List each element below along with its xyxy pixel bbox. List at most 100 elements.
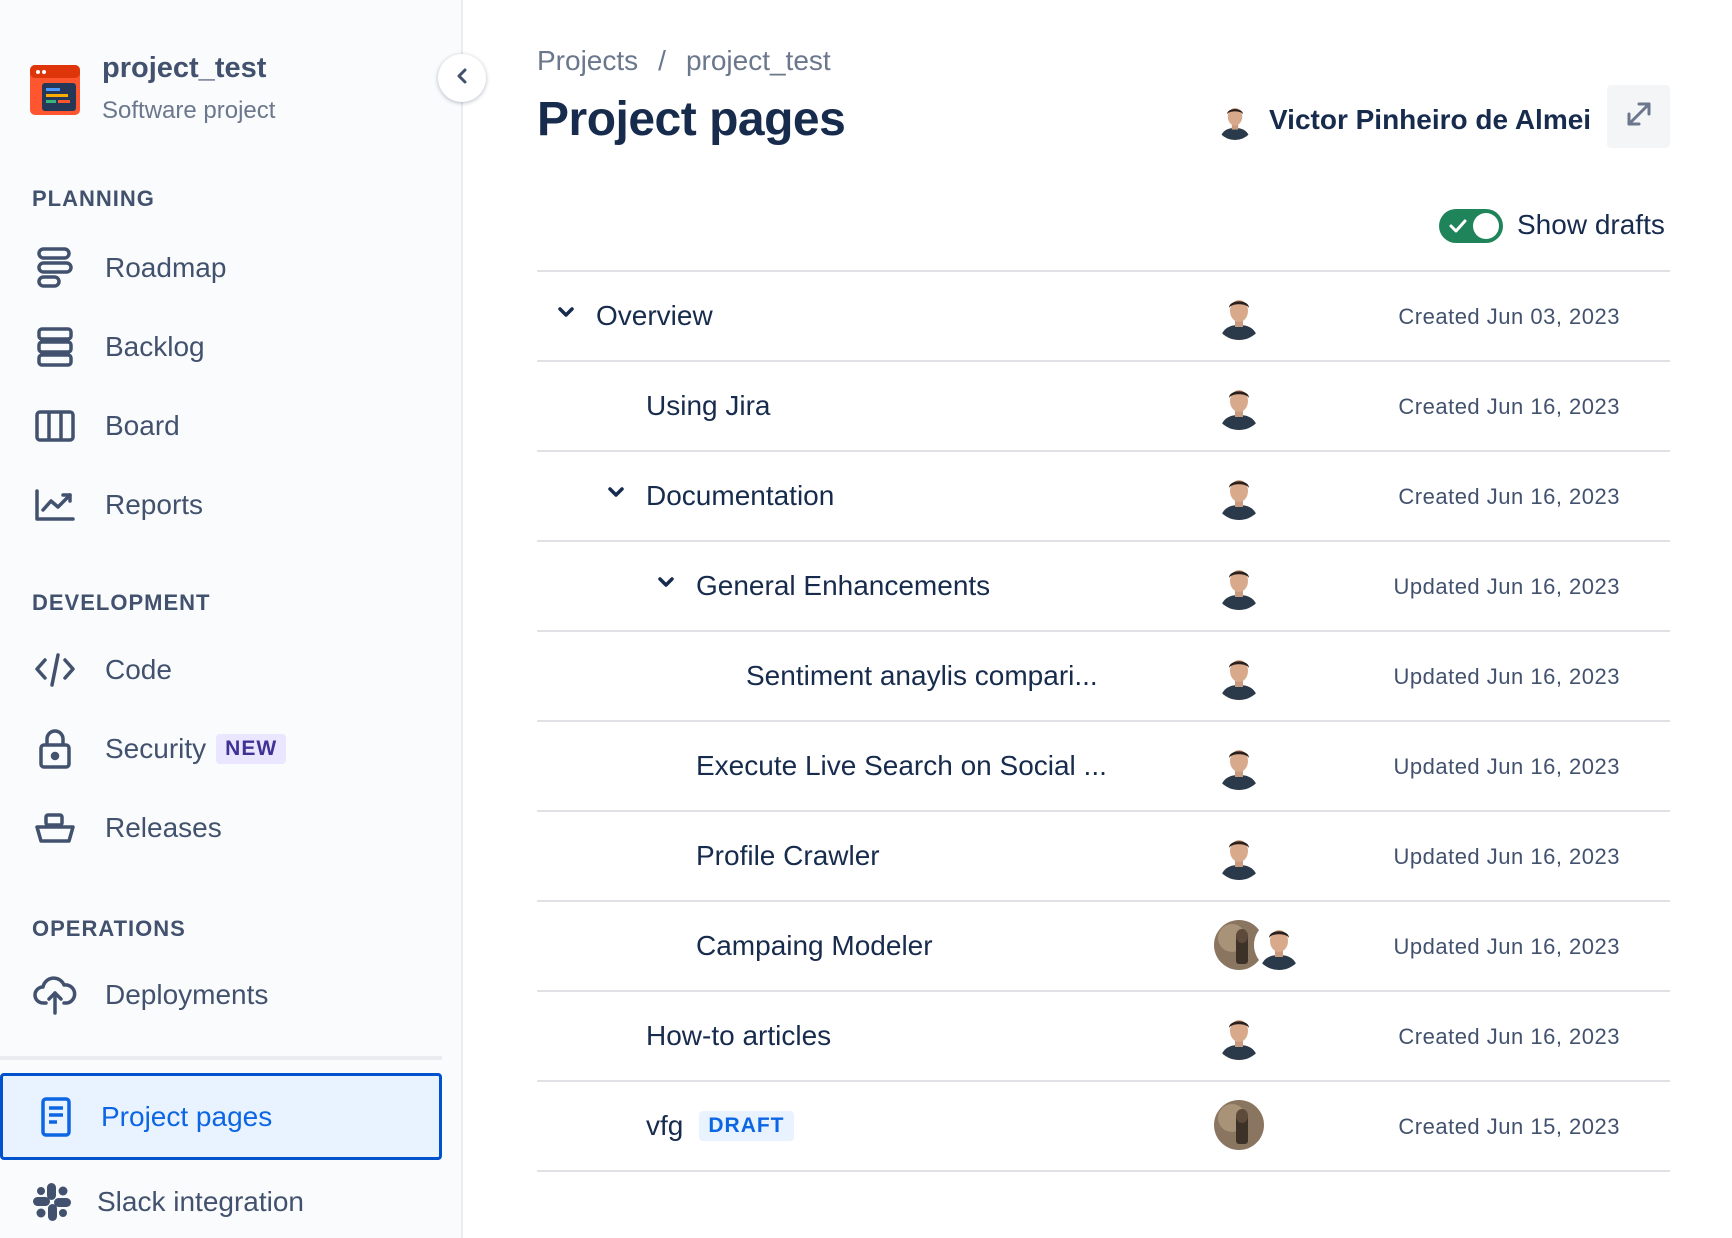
breadcrumb-projects-link[interactable]: Projects — [537, 45, 638, 76]
row-date: Updated Jun 16, 2023 — [1393, 844, 1620, 869]
avatar[interactable] — [1214, 1010, 1264, 1060]
table-row[interactable]: Sentiment anaylis compari... Updated Jun … — [537, 632, 1670, 722]
row-date: Created Jun 16, 2023 — [1398, 394, 1620, 419]
sidebar-item-label: Roadmap — [105, 252, 227, 283]
contributors — [1214, 830, 1264, 880]
avatar[interactable] — [1254, 920, 1304, 970]
page-icon — [31, 1092, 81, 1142]
sidebar-item-board[interactable]: Board — [30, 396, 430, 456]
board-icon — [30, 401, 80, 451]
chevron-down-icon[interactable] — [551, 298, 581, 328]
collapse-sidebar-button[interactable] — [438, 54, 486, 102]
contributors — [1214, 1010, 1264, 1060]
table-row[interactable]: Using Jira Created Jun 16, 2023 — [537, 362, 1670, 452]
chart-icon — [30, 480, 80, 530]
page-title-link[interactable]: Sentiment anaylis compari... — [746, 660, 1098, 692]
avatar[interactable] — [1214, 830, 1264, 880]
sidebar-item-label: Slack integration — [97, 1186, 305, 1217]
page-title-link[interactable]: How-to articles — [646, 1020, 831, 1052]
page-title-link[interactable]: General Enhancements — [696, 570, 990, 602]
table-row[interactable]: How-to articles Created Jun 16, 2023 — [537, 992, 1670, 1082]
chevron-down-icon[interactable] — [651, 568, 681, 598]
breadcrumb-project-link[interactable]: project_test — [686, 45, 831, 76]
section-title-planning: PLANNING — [32, 186, 155, 211]
avatar[interactable] — [1214, 560, 1264, 610]
row-date: Created Jun 16, 2023 — [1398, 484, 1620, 509]
check-icon — [1448, 214, 1468, 243]
section-title-operations: OPERATIONS — [32, 916, 186, 941]
sidebar-item-releases[interactable]: Releases — [30, 798, 430, 858]
chevron-left-icon — [454, 66, 470, 91]
sidebar-item-backlog[interactable]: Backlog — [30, 317, 430, 377]
table-row[interactable]: Overview Created Jun 03, 2023 — [537, 272, 1670, 362]
page-title-link[interactable]: Overview — [596, 300, 713, 332]
page-title-link[interactable]: Using Jira — [646, 390, 770, 422]
avatar[interactable] — [1214, 470, 1264, 520]
breadcrumb: Projects / project_test — [537, 45, 831, 77]
cloud-upload-icon — [30, 970, 80, 1020]
row-date: Updated Jun 16, 2023 — [1393, 934, 1620, 959]
row-date: Updated Jun 16, 2023 — [1393, 574, 1620, 599]
sidebar: project_test Software project PLANNING R… — [0, 0, 463, 1238]
table-row[interactable]: Profile Crawler Updated Jun 16, 2023 — [537, 812, 1670, 902]
page-title-link[interactable]: Execute Live Search on Social ... — [696, 750, 1107, 782]
page-title: Project pages — [537, 93, 846, 146]
sidebar-item-label: Security — [105, 733, 207, 764]
row-title-text: Using Jira — [646, 390, 771, 421]
pages-table: Overview Created Jun 03, 2023 Using Jira Cr… — [537, 270, 1670, 1172]
row-date: Created Jun 03, 2023 — [1398, 304, 1620, 329]
slack-icon — [27, 1177, 77, 1227]
page-title-link[interactable]: Campaing Modeler — [696, 930, 933, 962]
sidebar-item-slack-integration[interactable]: Slack integration — [27, 1172, 427, 1232]
draft-badge: DRAFT — [699, 1111, 794, 1141]
row-title-text: General Enhancements — [696, 570, 991, 601]
row-title-text: Execute Live Search on Social ... — [696, 750, 1107, 781]
contributors — [1214, 560, 1264, 610]
table-row[interactable]: vfg DRAFT Created Jun 15, 2023 — [537, 1082, 1670, 1172]
expand-button[interactable] — [1607, 85, 1670, 148]
owner-name: Victor Pinheiro de Almeida — [1269, 104, 1590, 135]
avatar[interactable] — [1214, 1100, 1264, 1150]
contributors — [1214, 1100, 1264, 1150]
sidebar-item-roadmap[interactable]: Roadmap — [30, 238, 430, 298]
sidebar-item-label: Deployments — [105, 979, 269, 1010]
section-title-development: DEVELOPMENT — [32, 590, 211, 615]
row-title-text: How-to articles — [646, 1020, 832, 1051]
page-title-link[interactable]: Documentation — [646, 480, 834, 512]
table-row[interactable]: Execute Live Search on Social ... Updated… — [537, 722, 1670, 812]
row-title-text: vfg — [646, 1110, 684, 1141]
avatar[interactable] — [1214, 740, 1264, 790]
code-icon — [30, 645, 80, 695]
avatar[interactable] — [1214, 650, 1264, 700]
sidebar-item-deployments[interactable]: Deployments — [30, 965, 430, 1025]
sidebar-item-label: Releases — [105, 812, 222, 843]
new-badge: NEW — [216, 734, 287, 764]
chevron-down-icon[interactable] — [601, 478, 631, 508]
show-drafts-toggle[interactable] — [1439, 209, 1503, 243]
table-row[interactable]: Campaing Modeler Updated Jun 16, 2023 — [537, 902, 1670, 992]
page-title-link[interactable]: vfg DRAFT — [646, 1110, 794, 1142]
contributors — [1214, 470, 1264, 520]
sidebar-item-label: Backlog — [105, 331, 205, 362]
show-drafts-label: Show drafts — [1517, 209, 1665, 240]
sidebar-item-label: Code — [105, 654, 172, 685]
avatar[interactable] — [1214, 380, 1264, 430]
sidebar-item-reports[interactable]: Reports — [30, 475, 430, 535]
sidebar-item-project-pages[interactable]: Project pages — [0, 1073, 442, 1160]
sidebar-divider — [0, 1056, 442, 1060]
contributors — [1214, 380, 1264, 430]
expand-arrows-icon — [1621, 96, 1657, 137]
row-date: Created Jun 15, 2023 — [1398, 1114, 1620, 1139]
table-row[interactable]: Documentation Created Jun 16, 2023 — [537, 452, 1670, 542]
avatar[interactable] — [1214, 290, 1264, 340]
sidebar-item-code[interactable]: Code — [30, 640, 430, 700]
breadcrumb-separator: / — [658, 45, 666, 76]
project-type: Software project — [102, 97, 276, 124]
owner[interactable]: Victor Pinheiro de Almeida — [1215, 100, 1590, 140]
sidebar-item-security[interactable]: Security NEW — [30, 719, 430, 779]
row-title-text: Campaing Modeler — [696, 930, 933, 961]
table-row[interactable]: General Enhancements Updated Jun 16, 2023 — [537, 542, 1670, 632]
row-title-text: Overview — [596, 300, 713, 331]
page-title-link[interactable]: Profile Crawler — [696, 840, 880, 872]
sidebar-item-label: Project pages — [101, 1100, 273, 1132]
